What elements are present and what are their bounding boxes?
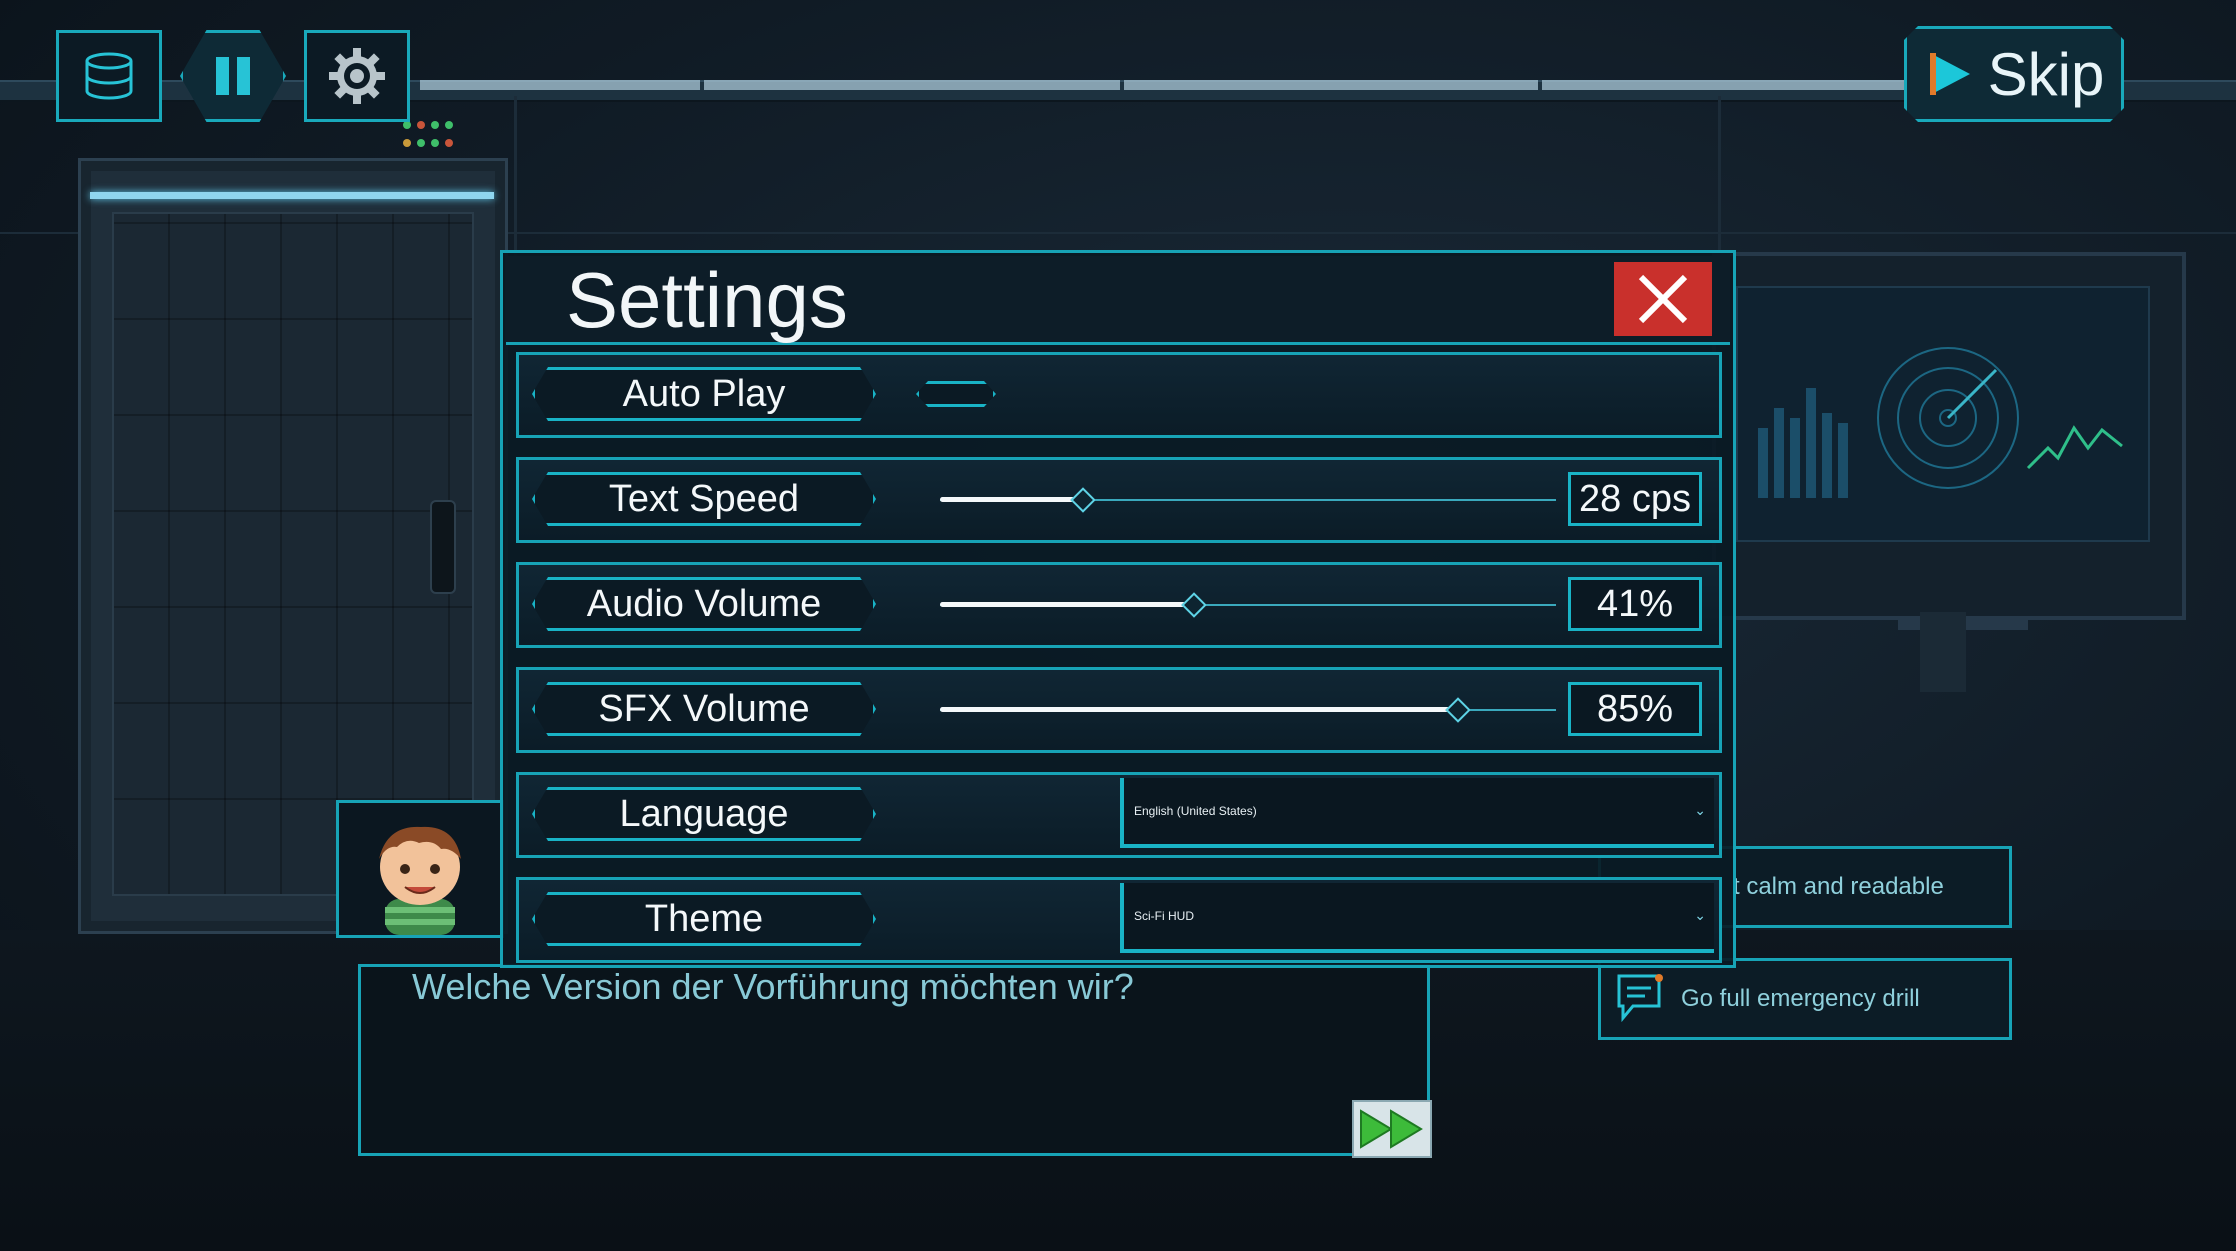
play-arrow-icon <box>1924 49 1974 99</box>
server-door <box>112 212 474 896</box>
chevron-down-icon: ⌄ <box>1694 802 1706 818</box>
pause-button[interactable] <box>180 30 286 122</box>
database-button[interactable] <box>56 30 162 122</box>
theme-dropdown[interactable]: Sci-Fi HUD ⌄ <box>1120 883 1714 953</box>
monitor-screen <box>1736 286 2150 542</box>
setting-label-text: Theme <box>644 897 764 940</box>
auto-play-toggle[interactable] <box>916 381 996 407</box>
setting-label-text: Audio Volume <box>586 582 822 625</box>
language-selected: English (United States) <box>1134 804 1257 818</box>
choice-emergency[interactable]: Go full emergency drill <box>1598 958 2012 1040</box>
choice-label: Go full emergency drill <box>1681 985 1920 1012</box>
gear-icon <box>329 48 385 104</box>
avatar <box>379 826 461 935</box>
setting-label-text: Auto Play <box>622 372 786 415</box>
ceiling-light <box>704 80 1120 90</box>
audio-volume-value: 41% <box>1568 577 1702 631</box>
monitor-stand <box>1920 612 1966 692</box>
choice-label: t calm and readable <box>1733 873 1944 900</box>
fast-forward-icon <box>1360 1109 1423 1149</box>
sfx-volume-value: 85% <box>1568 682 1702 736</box>
pause-icon <box>216 57 250 95</box>
chat-bubble-icon <box>1617 974 1663 1023</box>
advance-button[interactable] <box>1352 1100 1432 1158</box>
setting-label-text: SFX Volume <box>598 687 810 730</box>
setting-label: SFX Volume <box>532 682 876 736</box>
setting-label-text: Text Speed <box>608 477 800 520</box>
setting-label-text: Language <box>619 792 789 835</box>
dialogue-text: Welche Version der Vorführung möchten wi… <box>412 966 1134 1007</box>
text-speed-slider-fill <box>940 497 1082 502</box>
theme-selected: Sci-Fi HUD <box>1134 909 1194 923</box>
text-speed-value: 28 cps <box>1568 472 1702 526</box>
language-dropdown[interactable]: English (United States) ⌄ <box>1120 778 1714 848</box>
server-handle <box>430 500 456 594</box>
setting-label: Theme <box>532 892 876 946</box>
setting-label: Auto Play <box>532 367 876 421</box>
sfx-volume-slider-fill <box>940 707 1457 712</box>
database-icon <box>85 52 133 100</box>
radar-graph-icon <box>1758 347 2123 498</box>
settings-button[interactable] <box>304 30 410 122</box>
speaker-portrait <box>336 800 504 938</box>
ceiling-light <box>1124 80 1538 90</box>
server-light-strip <box>90 192 494 199</box>
ceiling-light <box>420 80 700 90</box>
server-leds <box>400 118 470 150</box>
close-button[interactable] <box>1614 262 1712 336</box>
setting-label: Audio Volume <box>532 577 876 631</box>
setting-label: Language <box>532 787 876 841</box>
close-icon <box>1638 274 1688 324</box>
ceiling-light <box>1542 80 1912 90</box>
page-title: Settings <box>566 256 848 344</box>
skip-button[interactable]: Skip <box>1904 26 2124 122</box>
skip-label: Skip <box>1987 40 2105 108</box>
setting-label: Text Speed <box>532 472 876 526</box>
audio-volume-slider-fill <box>940 602 1193 607</box>
chevron-down-icon: ⌄ <box>1694 907 1706 923</box>
